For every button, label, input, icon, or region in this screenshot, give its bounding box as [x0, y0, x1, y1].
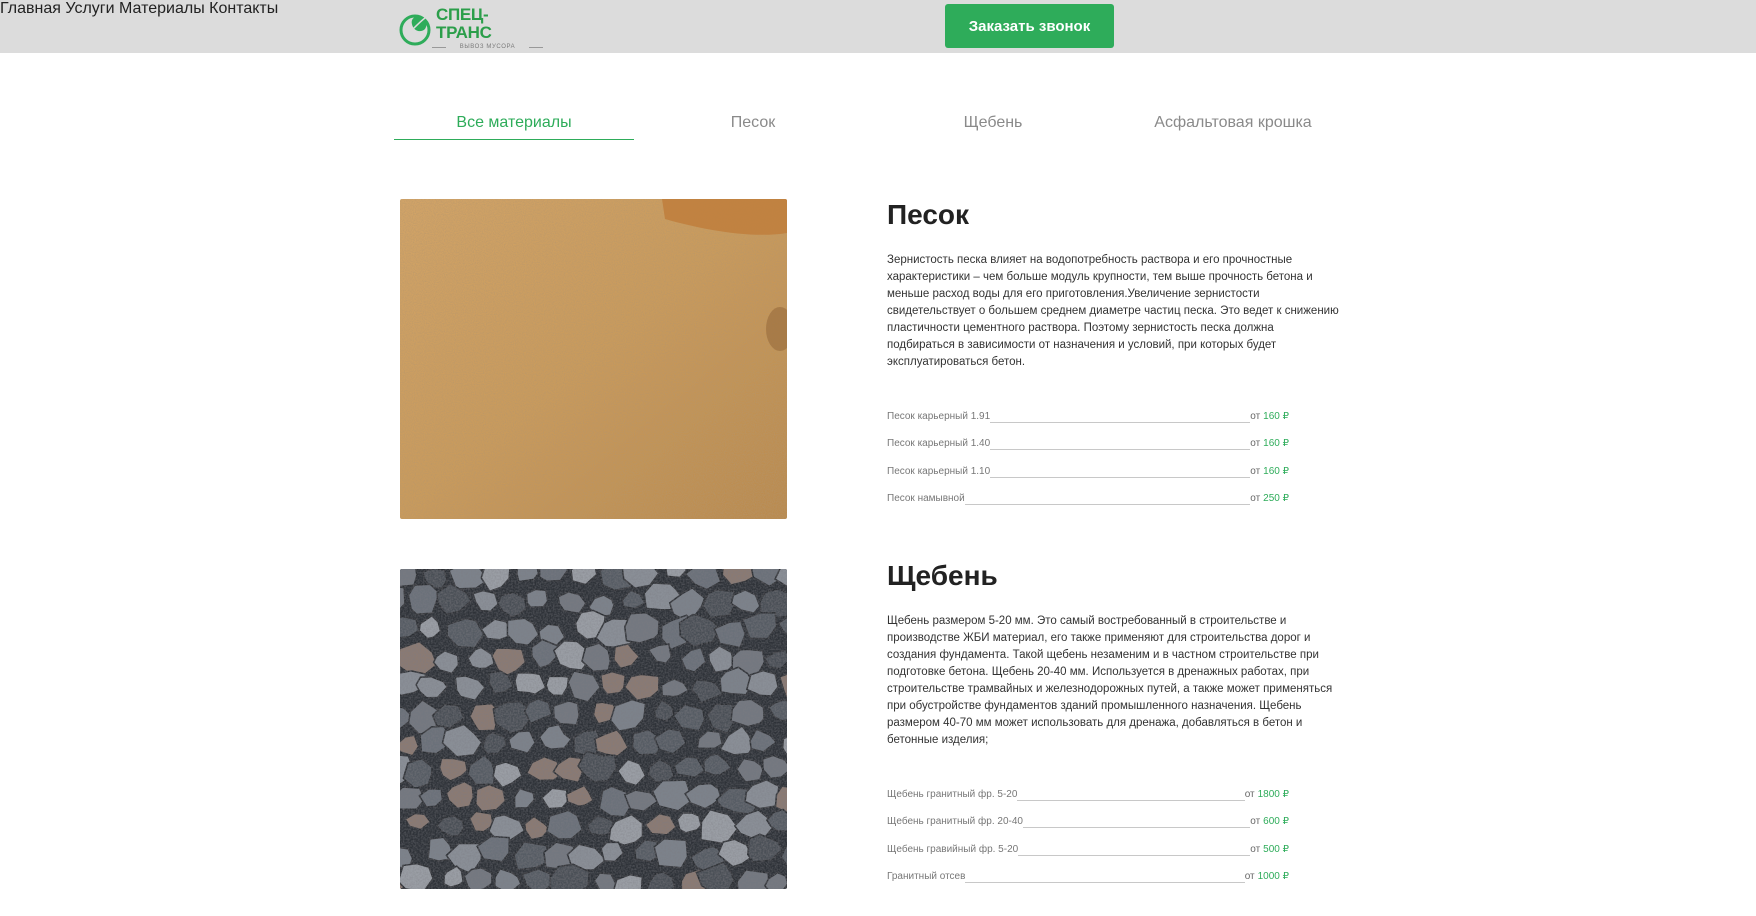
nav-home[interactable]: Главная	[0, 0, 61, 17]
gravel-stone	[653, 837, 689, 869]
price-row: Песок карьерный 1.91 от 160 ₽	[887, 411, 1289, 438]
price-value: 160 ₽	[1263, 438, 1289, 450]
price-name: Песок карьерный 1.91	[887, 411, 991, 422]
price-value: 160 ₽	[1263, 411, 1289, 422]
tab-asphalt-crumb[interactable]: Асфальтовая крошка	[1113, 114, 1353, 140]
gravel-stone	[599, 670, 627, 696]
tab-all-materials[interactable]: Все материалы	[394, 114, 634, 140]
gravel-stone	[400, 862, 434, 889]
gravel-stone	[624, 612, 660, 644]
price-value: 1000 ₽	[1257, 870, 1289, 882]
price-value: 500 ₽	[1263, 843, 1289, 855]
price-row: Песок карьерный 1.40 от 160 ₽	[887, 438, 1289, 465]
price-name: Песок намывной	[887, 492, 965, 504]
price-leader	[1018, 848, 1251, 856]
logo[interactable]: СПЕЦ-ТРАНС ВЫВОЗ МУСОРА	[399, 5, 543, 50]
price-row: Песок карьерный 1.10 от 160 ₽	[887, 466, 1289, 493]
price-row: Песок намывной от 250 ₽	[887, 493, 1289, 520]
gravel-photo	[400, 569, 787, 889]
gravel-stone	[552, 700, 580, 726]
price-row: Щебень гранитный фр. 5-20 от 1800 ₽	[887, 789, 1289, 816]
price-leader	[990, 415, 1251, 423]
price-from: от	[1244, 789, 1255, 800]
order-call-button[interactable]: Заказать звонок	[945, 4, 1114, 48]
product-title-sand: Песок	[887, 199, 970, 230]
price-leader	[965, 875, 1245, 883]
logo-name: СПЕЦ-ТРАНС	[436, 5, 492, 42]
price-name: Песок карьерный 1.40	[887, 438, 991, 450]
price-from: от	[1250, 465, 1261, 477]
price-leader	[1017, 793, 1245, 801]
price-leader	[1022, 820, 1251, 829]
price-name: Щебень гранитный фр. 5-20	[887, 789, 1018, 800]
tab-sand[interactable]: Песок	[633, 114, 873, 140]
gravel-stone	[745, 669, 780, 697]
price-from: от	[1250, 816, 1261, 828]
gravel-stone	[514, 671, 547, 696]
sand-photo	[400, 199, 787, 519]
price-from: от	[1250, 492, 1261, 504]
product-title-gravel: Щебень	[887, 560, 998, 591]
nav-materials[interactable]: Материалы	[119, 0, 205, 17]
nav-services[interactable]: Услуги	[65, 0, 114, 17]
site-header: СПЕЦ-ТРАНС ВЫВОЗ МУСОРА Главная Услуги М…	[0, 0, 1756, 53]
leaf-logo-icon	[399, 9, 433, 47]
nav-contacts[interactable]: Контакты	[209, 0, 278, 17]
price-leader	[964, 497, 1251, 505]
price-from: от	[1250, 843, 1261, 855]
gravel-stone	[701, 589, 736, 619]
price-row: Гранитный отсев от 1000 ₽	[887, 871, 1289, 898]
price-leader	[990, 470, 1251, 478]
gravel-stone	[400, 569, 418, 588]
gravel-stone	[676, 812, 703, 834]
price-value: 600 ₽	[1263, 816, 1289, 828]
price-name: Щебень гравийный фр. 5-20	[887, 843, 1019, 855]
tab-gravel[interactable]: Щебень	[873, 114, 1113, 140]
price-from: от	[1250, 438, 1261, 450]
price-value: 1800 ₽	[1257, 789, 1289, 800]
product-description-gravel: Щебень размером 5-20 мм. Это самый востр…	[887, 615, 1333, 746]
price-name: Песок карьерный 1.10	[887, 465, 991, 477]
price-list-sand: Песок карьерный 1.91 от 160 ₽ Песок карь…	[887, 411, 1289, 520]
price-leader	[990, 442, 1251, 451]
price-from: от	[1250, 411, 1261, 422]
price-value: 250 ₽	[1263, 492, 1289, 504]
price-list-gravel: Щебень гранитный фр. 5-20 от 1800 ₽ Щебе…	[887, 789, 1289, 898]
product-description-sand: Зернистость песка влияет на водопотребно…	[887, 254, 1339, 368]
price-value: 160 ₽	[1263, 465, 1289, 477]
price-row: Щебень гравийный фр. 5-20 от 500 ₽	[887, 844, 1289, 871]
logo-subtitle: ВЫВОЗ МУСОРА	[432, 44, 543, 50]
price-from: от	[1244, 870, 1255, 882]
price-row: Щебень гранитный фр. 20-40 от 600 ₽	[887, 816, 1289, 843]
gravel-stone	[525, 588, 549, 609]
price-name: Щебень гранитный фр. 20-40	[887, 816, 1023, 828]
price-name: Гранитный отсев	[887, 870, 966, 882]
gravel-stone	[545, 809, 584, 840]
